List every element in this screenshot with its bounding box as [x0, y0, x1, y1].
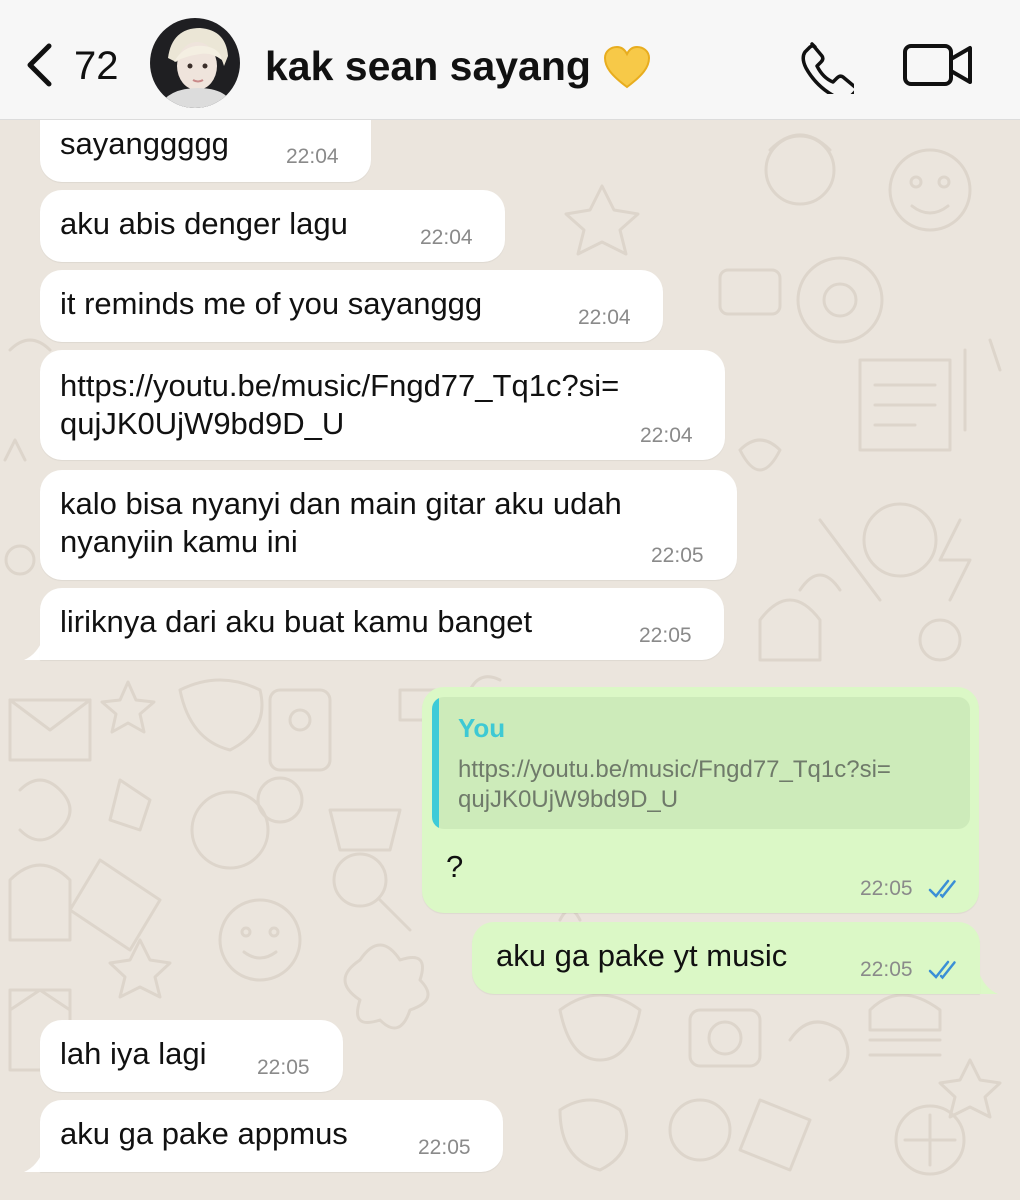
quoted-message[interactable]: You https://youtu.be/music/Fngd77_Tq1c?s…	[432, 697, 970, 829]
message-link[interactable]: https://youtu.be/music/Fngd77_Tq1c?si=	[60, 366, 619, 406]
incoming-message[interactable]: liriknya dari aku buat kamu banget 22:05	[40, 588, 724, 660]
message-time: 22:05	[651, 544, 704, 567]
message-link[interactable]: qujJK0UjW9bd9D_U	[60, 404, 344, 444]
message-text: ?	[446, 849, 464, 884]
chevron-left-icon[interactable]	[22, 40, 56, 90]
incoming-message[interactable]: lah iya lagi 22:05	[40, 1020, 343, 1092]
message-time: 22:05	[418, 1136, 471, 1159]
video-camera-icon[interactable]	[902, 42, 974, 88]
incoming-message[interactable]: aku ga pake appmus 22:05	[40, 1100, 503, 1172]
quote-accent-bar	[432, 697, 439, 829]
avatar[interactable]	[150, 18, 240, 108]
message-text: aku abis denger lagu	[60, 206, 348, 241]
message-text: it reminds me of you sayanggg	[60, 286, 483, 321]
incoming-message[interactable]: aku abis denger lagu 22:04	[40, 190, 505, 262]
incoming-message[interactable]: https://youtu.be/music/Fngd77_Tq1c?si= q…	[40, 350, 725, 460]
message-text: kalo bisa nyanyi dan main gitar aku udah	[60, 486, 622, 521]
message-time: 22:04	[420, 226, 473, 249]
unread-count[interactable]: 72	[74, 44, 119, 88]
phone-icon[interactable]	[798, 38, 854, 94]
message-time: 22:04	[286, 145, 339, 168]
quote-author: You	[458, 713, 506, 743]
message-text: aku ga pake appmus	[60, 1116, 348, 1151]
read-receipt-icon	[928, 879, 956, 899]
message-text: aku ga pake yt music	[496, 938, 788, 973]
message-time: 22:05	[639, 624, 692, 647]
quote-text: qujJK0UjW9bd9D_U	[458, 786, 679, 813]
message-text: nyanyiin kamu ini	[60, 524, 298, 559]
outgoing-message[interactable]: You https://youtu.be/music/Fngd77_Tq1c?s…	[422, 687, 979, 913]
outgoing-message[interactable]: aku ga pake yt music 22:05	[472, 922, 980, 994]
quote-text: https://youtu.be/music/Fngd77_Tq1c?si=	[458, 756, 891, 783]
incoming-message[interactable]: sayanggggg 22:04	[40, 110, 371, 182]
message-time: 22:04	[578, 306, 631, 329]
message-text: liriknya dari aku buat kamu banget	[60, 604, 533, 639]
message-time: 22:04	[640, 424, 693, 447]
chat-header: 72 kak sean sayang	[0, 0, 1020, 120]
message-time: 22:05	[860, 877, 913, 900]
read-receipt-icon	[928, 960, 956, 980]
message-text: lah iya lagi	[60, 1036, 207, 1071]
incoming-message[interactable]: it reminds me of you sayanggg 22:04	[40, 270, 663, 342]
message-time: 22:05	[860, 958, 913, 981]
message-text: sayanggggg	[60, 126, 229, 161]
message-time: 22:05	[257, 1056, 310, 1079]
yellow-heart-icon	[603, 45, 651, 89]
incoming-message[interactable]: kalo bisa nyanyi dan main gitar aku udah…	[40, 470, 737, 580]
contact-name[interactable]: kak sean sayang	[265, 42, 591, 90]
